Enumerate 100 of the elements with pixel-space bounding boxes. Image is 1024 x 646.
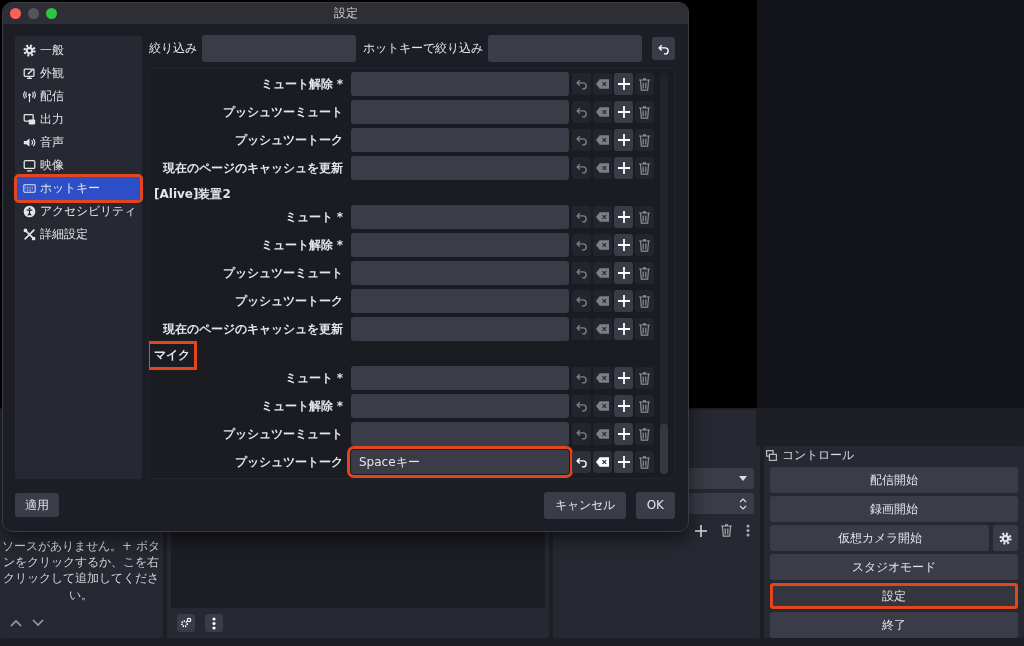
sidebar-item[interactable]: 音声 (17, 131, 140, 154)
plus-icon (617, 372, 630, 384)
sidebar-item[interactable]: 詳細設定 (17, 223, 140, 246)
filter-label: 絞り込み (148, 40, 198, 57)
sidebar-item[interactable]: 外観 (17, 62, 140, 85)
hotkey-field[interactable] (351, 289, 569, 313)
control-button[interactable]: 仮想カメラ開始 (770, 525, 989, 551)
add-button[interactable] (614, 129, 633, 151)
revert-button[interactable] (572, 451, 591, 473)
chevron-up-icon[interactable] (10, 619, 22, 627)
trash-icon (639, 371, 650, 385)
more-button[interactable] (205, 614, 223, 632)
trash-icon[interactable] (721, 524, 732, 537)
gears-icon (180, 617, 192, 629)
delete-button[interactable] (635, 101, 654, 123)
hotkey-field[interactable] (351, 233, 569, 257)
delete-button[interactable] (635, 318, 654, 340)
plus-icon[interactable] (695, 524, 707, 537)
add-button[interactable] (614, 157, 633, 179)
filter-field[interactable] (488, 35, 642, 62)
delete-button[interactable] (635, 367, 654, 389)
control-button[interactable]: スタジオモード (770, 554, 1018, 580)
delete-button[interactable] (635, 234, 654, 256)
backspace-icon (596, 324, 609, 334)
hotkey-field[interactable] (351, 72, 569, 96)
sidebar-item[interactable]: 出力 (17, 108, 140, 131)
undo-icon (575, 239, 588, 251)
add-button[interactable] (614, 206, 633, 228)
add-button[interactable] (614, 367, 633, 389)
close-button[interactable] (10, 8, 21, 19)
chevron-down-icon[interactable] (32, 619, 44, 627)
add-button[interactable] (614, 451, 633, 473)
add-button[interactable] (614, 234, 633, 256)
sidebar-item[interactable]: ホットキー (17, 177, 140, 200)
scrollbar[interactable] (660, 73, 668, 474)
dialog-button[interactable]: OK (635, 491, 675, 519)
hotkey-field[interactable] (351, 422, 569, 446)
trash-icon (639, 77, 650, 91)
hotkey-label: プッシュツーミュート (222, 425, 344, 443)
settings-button[interactable] (993, 525, 1018, 551)
more-vertical-icon[interactable] (746, 524, 750, 537)
delete-button[interactable] (635, 262, 654, 284)
clear-button[interactable] (593, 451, 612, 473)
plus-icon (617, 400, 630, 412)
output-monitor-icon (23, 113, 36, 126)
dock-title: コントロール (782, 447, 854, 464)
hotkey-field[interactable] (351, 394, 569, 418)
trash-icon (639, 105, 650, 119)
plus-icon (617, 323, 630, 335)
add-button[interactable] (614, 318, 633, 340)
hotkey-label: プッシュツートーク (234, 292, 344, 310)
control-button[interactable]: 終了 (770, 612, 1018, 638)
backspace-icon (596, 268, 609, 278)
delete-button[interactable] (635, 423, 654, 445)
tools-icon (23, 228, 36, 241)
add-button[interactable] (614, 101, 633, 123)
delete-button[interactable] (635, 206, 654, 228)
hotkey-field[interactable] (351, 317, 569, 341)
filter-field[interactable] (202, 35, 356, 62)
monitor-icon (23, 159, 36, 172)
undo-icon (575, 211, 588, 223)
add-button[interactable] (614, 262, 633, 284)
control-button[interactable]: 配信開始 (770, 467, 1018, 493)
advanced-settings-button[interactable] (177, 614, 195, 632)
control-button[interactable]: 設定 (770, 583, 1018, 609)
hotkey-field[interactable] (351, 366, 569, 390)
delete-button[interactable] (635, 129, 654, 151)
plus-icon (617, 267, 630, 279)
dialog-button[interactable]: キャンセル (543, 491, 626, 519)
backspace-icon (596, 79, 609, 89)
add-button[interactable] (614, 395, 633, 417)
backspace-icon (596, 135, 609, 145)
sidebar-item[interactable]: アクセシビリティ (17, 200, 140, 223)
backspace-icon (596, 240, 609, 250)
delete-button[interactable] (635, 290, 654, 312)
sidebar-item[interactable]: 配信 (17, 85, 140, 108)
zoom-button[interactable] (46, 8, 57, 19)
hotkey-field[interactable] (351, 205, 569, 229)
add-button[interactable] (614, 290, 633, 312)
hotkey-label: ミュート解除 * (259, 397, 344, 415)
hotkey-field[interactable] (351, 156, 569, 180)
sidebar-item[interactable]: 映像 (17, 154, 140, 177)
delete-button[interactable] (635, 395, 654, 417)
add-button[interactable] (614, 73, 633, 95)
apply-button[interactable]: 適用 (15, 493, 59, 517)
delete-button[interactable] (635, 73, 654, 95)
reset-button[interactable] (652, 37, 675, 60)
hotkey-field[interactable] (351, 128, 569, 152)
delete-button[interactable] (635, 157, 654, 179)
antenna-icon (23, 90, 36, 103)
trash-icon (639, 133, 650, 147)
hotkey-field[interactable] (351, 100, 569, 124)
sidebar-item[interactable]: 一般 (17, 39, 140, 62)
backspace-icon (596, 212, 609, 222)
control-button[interactable]: 録画開始 (770, 496, 1018, 522)
add-button[interactable] (614, 423, 633, 445)
hotkey-field[interactable] (351, 261, 569, 285)
undo-icon (657, 42, 670, 55)
hotkey-label: ミュート解除 * (259, 236, 344, 254)
delete-button[interactable] (635, 451, 654, 473)
